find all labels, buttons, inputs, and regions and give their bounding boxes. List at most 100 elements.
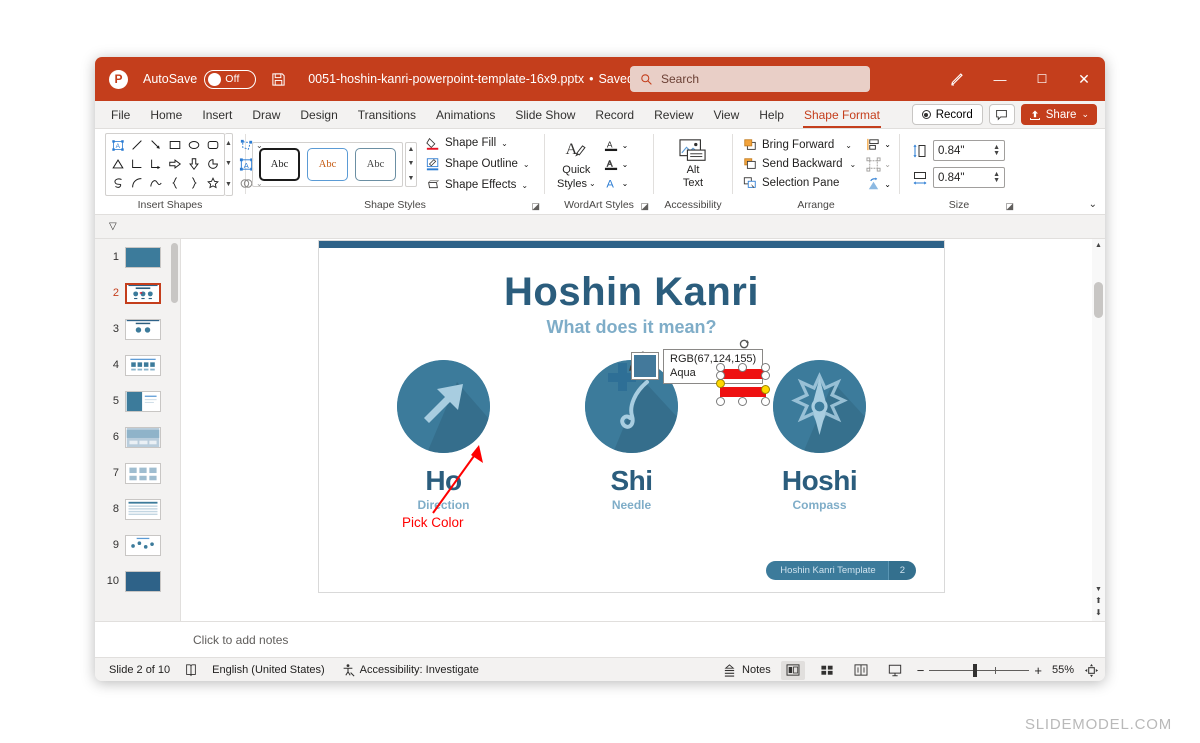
quick-styles-button[interactable]: A Quick Styles ⌄ (557, 137, 596, 191)
notes-pane[interactable]: Click to add notes (95, 621, 1105, 657)
zoom-level-label[interactable]: 55% (1052, 664, 1074, 676)
thumbnail-image[interactable] (125, 319, 161, 340)
thumbnail-image[interactable] (125, 535, 161, 556)
shape-effects-chevron-down-icon[interactable]: ⌄ (521, 181, 528, 190)
thumbnail-scrollbar[interactable] (171, 243, 178, 303)
shape-outline-chevron-down-icon[interactable]: ⌄ (523, 160, 530, 169)
record-button[interactable]: Record (912, 104, 983, 125)
thumbnail-image[interactable] (125, 463, 161, 484)
shape-right-arrow-icon[interactable] (165, 155, 184, 174)
shapes-gallery[interactable]: A (105, 133, 225, 196)
shapes-gallery-more-icon[interactable]: ▼ (225, 174, 232, 194)
canvas-scrollbar[interactable]: ▲ ▼ ⬆ ⬇ (1092, 239, 1105, 621)
thumbnail-image[interactable] (125, 247, 161, 268)
shape-rounded-rectangle-icon[interactable] (203, 136, 222, 155)
thumbnail-image[interactable] (125, 355, 161, 376)
send-backward-button[interactable]: Send Backward ⌄ (743, 157, 856, 171)
bring-forward-button[interactable]: Bring Forward ⌄ (743, 138, 856, 152)
canvas-scroll-up-icon[interactable]: ▲ (1092, 239, 1105, 252)
zoom-thumb[interactable] (973, 664, 977, 677)
rotate-button[interactable]: ⌄ (866, 177, 891, 192)
thumbnail-image[interactable] (125, 427, 161, 448)
pen-icon[interactable] (935, 57, 979, 101)
resize-handle-se[interactable] (761, 397, 770, 406)
shape-fill-chevron-down-icon[interactable]: ⌄ (501, 139, 508, 148)
shape-line-icon[interactable] (127, 136, 146, 155)
minimize-button[interactable]: — (979, 57, 1021, 101)
text-fill-button[interactable]: A ⌄ (604, 138, 629, 153)
shape-arrow-line-icon[interactable] (146, 136, 165, 155)
width-spinner[interactable]: ▲▼ (993, 172, 1000, 184)
resize-handle-s[interactable] (738, 397, 747, 406)
tab-animations[interactable]: Animations (426, 104, 505, 126)
slide-count-label[interactable]: Slide 2 of 10 (109, 664, 170, 676)
text-outline-button[interactable]: A ⌄ (604, 157, 629, 172)
canvas-scroll-down-icon[interactable]: ▼ (1095, 586, 1102, 593)
accessibility-status[interactable]: Accessibility: Investigate (341, 663, 479, 677)
thumbnail-image[interactable] (125, 391, 161, 412)
thumbnail-slide-10[interactable]: 10 (95, 563, 180, 599)
shape-right-brace-icon[interactable] (184, 174, 203, 193)
fit-to-window-icon[interactable] (1084, 663, 1099, 678)
shape-styles-scrollbar[interactable]: ▲ ▼ ▼ (405, 142, 417, 187)
close-button[interactable]: ✕ (1063, 57, 1105, 101)
align-chevron-down-icon[interactable]: ⌄ (884, 140, 891, 149)
shape-rectangle-icon[interactable] (165, 136, 184, 155)
text-fill-chevron-down-icon[interactable]: ⌄ (622, 141, 629, 150)
arrow-up-right-circle-icon[interactable] (397, 360, 490, 453)
send-backward-chevron-down-icon[interactable]: ⌄ (850, 160, 857, 169)
styles-scroll-up-icon[interactable]: ▲ (406, 143, 416, 157)
tab-slide-show[interactable]: Slide Show (505, 104, 585, 126)
next-slide-icon[interactable]: ⬇ (1095, 608, 1102, 617)
tab-home[interactable]: Home (140, 104, 192, 126)
comments-button[interactable] (989, 104, 1015, 125)
adjust-handle-right[interactable] (761, 385, 770, 394)
slide-thumbnail-panel[interactable]: 1 2 3 4 5 (95, 239, 181, 621)
styles-more-icon[interactable]: ▼ (406, 171, 416, 185)
tab-record[interactable]: Record (585, 104, 644, 126)
quick-styles-chevron-down-icon[interactable]: ⌄ (589, 177, 596, 191)
thumbnail-slide-3[interactable]: 3 (95, 311, 180, 347)
tab-file[interactable]: File (101, 104, 140, 126)
resize-handle-e[interactable] (761, 371, 770, 380)
thumbnail-image[interactable] (125, 283, 161, 304)
rotate-handle-icon[interactable] (738, 337, 752, 351)
thumbnail-image[interactable] (125, 499, 161, 520)
document-title[interactable]: 0051-hoshin-kanri-powerpoint-template-16… (308, 72, 584, 86)
language-label[interactable]: English (United States) (212, 664, 325, 676)
shape-elbow-connector-icon[interactable] (127, 155, 146, 174)
slide-subtitle[interactable]: What does it mean? (319, 317, 944, 338)
tab-view[interactable]: View (703, 104, 749, 126)
shape-style-preview-1[interactable]: Abc (259, 148, 300, 181)
slide-title[interactable]: Hoshin Kanri (319, 270, 944, 315)
selection-pane-button[interactable]: Selection Pane (743, 176, 856, 190)
save-icon[interactable] (271, 72, 286, 87)
shapes-scroll-down-icon[interactable]: ▼ (225, 154, 232, 174)
normal-view-icon[interactable] (781, 661, 805, 680)
shape-arc-icon[interactable] (127, 174, 146, 193)
thumbnail-slide-8[interactable]: 8 (95, 491, 180, 527)
shape-styles-gallery[interactable]: Abc Abc Abc (252, 142, 403, 187)
text-outline-chevron-down-icon[interactable]: ⌄ (622, 160, 629, 169)
thumbnail-slide-9[interactable]: 9 (95, 527, 180, 563)
group-button[interactable]: ⌄ (866, 157, 891, 172)
shape-fill-button[interactable]: Shape Fill ⌄ (426, 136, 530, 150)
shape-triangle-icon[interactable] (108, 155, 127, 174)
shape-star-icon[interactable] (203, 174, 222, 193)
slideshow-icon[interactable] (883, 661, 907, 680)
height-spinner[interactable]: ▲▼ (993, 145, 1000, 157)
zoom-track[interactable] (929, 670, 1029, 671)
slide-sorter-icon[interactable] (815, 661, 839, 680)
resize-handle-n[interactable] (738, 363, 747, 372)
share-button[interactable]: Share ⌄ (1021, 104, 1097, 125)
shape-curve-icon[interactable] (146, 174, 165, 193)
shape-height-input[interactable]: 0.84" ▲▼ (933, 140, 1005, 161)
shape-oval-icon[interactable] (184, 136, 203, 155)
alt-text-button[interactable]: Alt Text (668, 138, 718, 190)
tab-transitions[interactable]: Transitions (348, 104, 426, 126)
resize-handle-w[interactable] (716, 371, 725, 380)
adjust-handle-left[interactable] (716, 379, 725, 388)
autosave-toggle[interactable]: Off (204, 70, 256, 89)
tab-insert[interactable]: Insert (192, 104, 242, 126)
shape-outline-button[interactable]: Shape Outline ⌄ (426, 157, 530, 171)
